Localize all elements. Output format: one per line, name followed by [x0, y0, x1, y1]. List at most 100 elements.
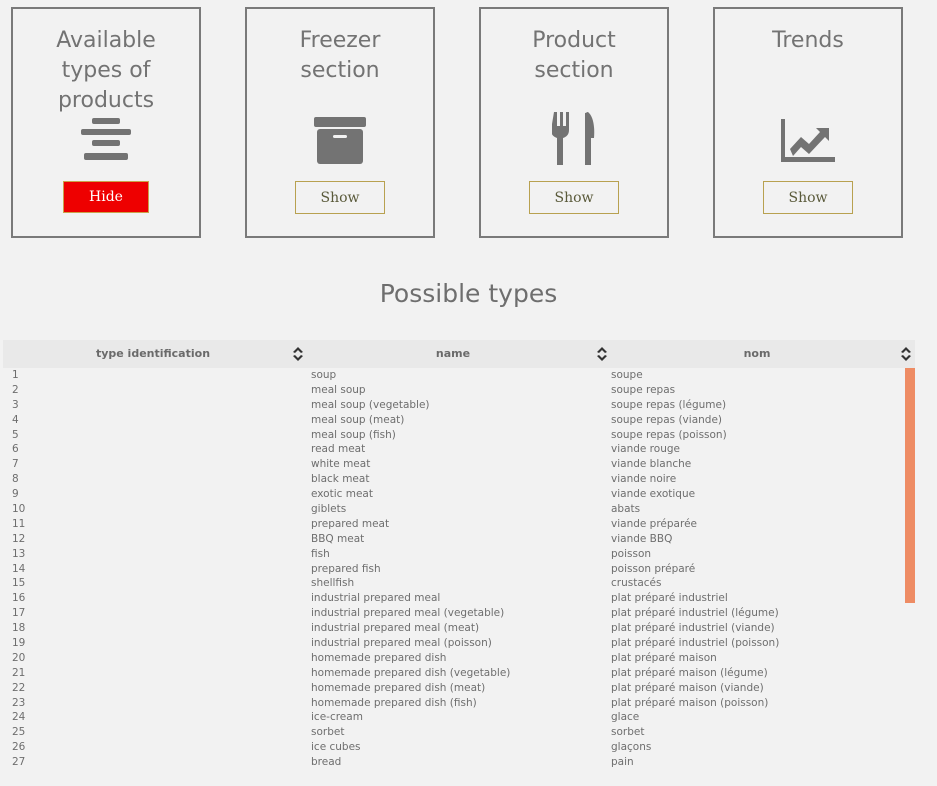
cell-type-id: 21	[12, 666, 26, 679]
card-title: Freezer section	[299, 28, 381, 83]
card-available-types: Available types of products Hide	[11, 7, 201, 238]
cell-name: homemade prepared dish	[311, 651, 447, 664]
table-row[interactable]: 19 industrial prepared meal (poisson) plat…	[0, 636, 905, 651]
align-center-icon	[78, 117, 134, 169]
sort-icon[interactable]	[901, 347, 911, 361]
cell-name: ice-cream	[311, 711, 363, 724]
table-row[interactable]: 6 read meat viande rouge	[0, 442, 905, 457]
cell-nom: plat préparé maison (viande)	[611, 681, 764, 694]
table-row[interactable]: 17 industrial prepared meal (vegetable) pl…	[0, 606, 905, 621]
cell-type-id: 16	[12, 592, 26, 605]
cell-name: homemade prepared dish (fish)	[311, 696, 477, 709]
cell-nom: viande noire	[611, 473, 677, 486]
sort-icon[interactable]	[293, 347, 303, 361]
cell-type-id: 9	[12, 488, 19, 501]
cell-type-id: 17	[12, 607, 26, 620]
cell-nom: crustacés	[611, 577, 662, 590]
cell-name: white meat	[311, 458, 371, 471]
table-row[interactable]: 2 meal soup soupe repas	[0, 383, 905, 398]
cell-type-id: 2	[12, 383, 19, 396]
card-trends: Trends Show	[713, 7, 903, 238]
utensils-icon	[546, 112, 602, 165]
cell-nom: plat préparé maison	[611, 651, 717, 664]
table-row[interactable]: 16 industrial prepared meal plat préparé i…	[0, 591, 905, 606]
show-trends-button[interactable]: Show	[763, 181, 853, 214]
cell-name: black meat	[311, 473, 370, 486]
cell-type-id: 27	[12, 756, 26, 769]
table-row[interactable]: 7 white meat viande blanche	[0, 457, 905, 472]
cell-name: industrial prepared meal (vegetable)	[311, 607, 505, 620]
table-row[interactable]: 10 giblets abats	[0, 502, 905, 517]
chart-line-icon	[780, 115, 836, 167]
column-label: type identification	[95, 347, 211, 360]
cell-name: giblets	[311, 503, 347, 516]
cell-name: industrial prepared meal	[311, 592, 441, 605]
table-row[interactable]: 27 bread pain	[0, 755, 905, 770]
column-header-type-identification[interactable]: type identification	[3, 340, 303, 368]
column-header-name[interactable]: name	[303, 340, 603, 368]
cell-type-id: 19	[12, 637, 26, 650]
cell-nom: plat préparé maison (poisson)	[611, 696, 769, 709]
cell-nom: soupe repas (viande)	[611, 413, 723, 426]
cell-type-id: 25	[12, 726, 26, 739]
cell-name: meal soup (meat)	[311, 413, 405, 426]
cell-nom: sorbet	[611, 726, 645, 739]
cell-nom: glace	[611, 711, 640, 724]
table-row[interactable]: 23 homemade prepared dish (fish) plat prép…	[0, 696, 905, 711]
cell-name: ice cubes	[311, 741, 361, 754]
table-row[interactable]: 15 shellfish crustacés	[0, 576, 905, 591]
cell-nom: viande exotique	[611, 488, 696, 501]
cell-name: BBQ meat	[311, 532, 365, 545]
cell-nom: plat préparé industriel (légume)	[611, 607, 779, 620]
card-title: Product section	[532, 28, 616, 83]
cell-nom: abats	[611, 503, 641, 516]
cell-name: meal soup (vegetable)	[311, 398, 430, 411]
table-row[interactable]: 18 industrial prepared meal (meat) plat pr…	[0, 621, 905, 636]
cell-nom: soupe repas (poisson)	[611, 428, 727, 441]
scrollbar-thumb[interactable]	[905, 368, 915, 603]
table-row[interactable]: 25 sorbet sorbet	[0, 725, 905, 740]
show-product-button[interactable]: Show	[529, 181, 619, 214]
table-row[interactable]: 4 meal soup (meat) soupe repas (viande)	[0, 413, 905, 428]
table-row[interactable]: 13 fish poisson	[0, 547, 905, 562]
cell-name: prepared fish	[311, 562, 381, 575]
cell-type-id: 3	[12, 398, 19, 411]
table-row[interactable]: 24 ice-cream glace	[0, 710, 905, 725]
cell-name: read meat	[311, 443, 366, 456]
cell-nom: viande rouge	[611, 443, 680, 456]
table-row[interactable]: 11 prepared meat viande préparée	[0, 517, 905, 532]
cell-type-id: 4	[12, 413, 19, 426]
cell-nom: plat préparé industriel (viande)	[611, 622, 775, 635]
table-row[interactable]: 26 ice cubes glaçons	[0, 740, 905, 755]
cell-type-id: 1	[12, 369, 19, 381]
cell-name: exotic meat	[311, 488, 373, 501]
cell-name: meal soup	[311, 383, 366, 396]
table-row[interactable]: 20 homemade prepared dish plat préparé mai…	[0, 651, 905, 666]
column-label: name	[435, 347, 471, 360]
table-row[interactable]: 3 meal soup (vegetable) soupe repas (légum…	[0, 398, 905, 413]
column-label: nom	[743, 347, 771, 360]
cell-name: industrial prepared meal (poisson)	[311, 637, 492, 650]
cell-nom: plat préparé industriel (poisson)	[611, 637, 780, 650]
cell-name: homemade prepared dish (vegetable)	[311, 666, 511, 679]
cell-name: fish	[311, 547, 330, 560]
table-row[interactable]: 9 exotic meat viande exotique	[0, 487, 905, 502]
cell-name: prepared meat	[311, 517, 390, 530]
cell-type-id: 20	[12, 651, 26, 664]
table-row[interactable]: 1 soup soupe	[0, 368, 905, 383]
table-row[interactable]: 21 homemade prepared dish (vegetable) plat…	[0, 666, 905, 681]
table-row[interactable]: 12 BBQ meat viande BBQ	[0, 532, 905, 547]
column-header-nom[interactable]: nom	[603, 340, 911, 368]
cell-nom: soupe	[611, 369, 643, 381]
section-title: Possible types	[379, 279, 558, 308]
table-row[interactable]: 22 homemade prepared dish (meat) plat prép…	[0, 681, 905, 696]
cell-name: shellfish	[311, 577, 355, 590]
cell-name: homemade prepared dish (meat)	[311, 681, 486, 694]
table-row[interactable]: 8 black meat viande noire	[0, 472, 905, 487]
cell-nom: poisson préparé	[611, 562, 696, 575]
hide-button[interactable]: Hide	[63, 181, 149, 213]
table-row[interactable]: 5 meal soup (fish) soupe repas (poisson)	[0, 428, 905, 443]
table-row[interactable]: 14 prepared fish poisson préparé	[0, 562, 905, 577]
cell-type-id: 13	[12, 547, 26, 560]
show-freezer-button[interactable]: Show	[295, 181, 385, 214]
